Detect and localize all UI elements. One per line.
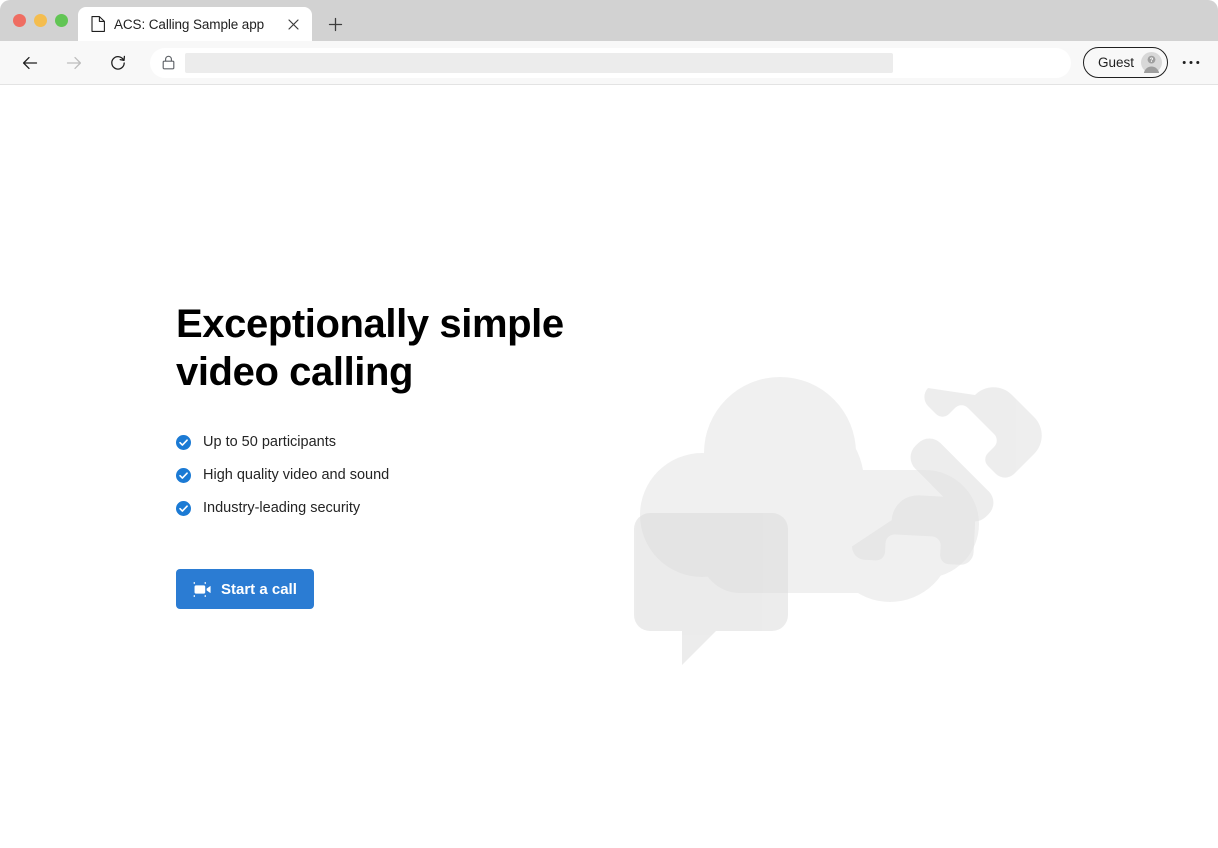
tab-title: ACS: Calling Sample app <box>114 16 265 32</box>
address-bar[interactable] <box>150 47 1071 78</box>
hero-section: Exceptionally simple video calling Up to… <box>176 300 596 609</box>
forward-button[interactable] <box>58 47 90 79</box>
guest-avatar-icon: ? <box>1141 52 1162 73</box>
list-item: High quality video and sound <box>176 465 596 485</box>
back-button[interactable] <box>14 47 46 79</box>
page-icon <box>91 16 105 32</box>
svg-text:?: ? <box>1150 57 1154 64</box>
url-text[interactable] <box>185 52 893 73</box>
browser-menu-button[interactable] <box>1176 48 1206 78</box>
browser-tab[interactable]: ACS: Calling Sample app <box>78 7 312 41</box>
list-item: Industry-leading security <box>176 498 596 518</box>
window-controls <box>13 14 68 27</box>
reload-icon <box>111 55 126 70</box>
close-icon <box>287 18 299 30</box>
check-circle-icon <box>176 467 191 483</box>
browser-window: ACS: Calling Sample app Guest ? Exceptio… <box>0 0 1218 848</box>
list-item: Up to 50 participants <box>176 432 596 452</box>
video-camera-icon <box>193 581 211 597</box>
page-content: Exceptionally simple video calling Up to… <box>0 85 1218 848</box>
browser-toolbar: Guest ? <box>0 41 1218 85</box>
arrow-right-icon <box>66 56 82 69</box>
titlebar: ACS: Calling Sample app <box>0 0 1218 41</box>
close-window-button[interactable] <box>13 14 26 27</box>
cloud-phone-chat-illustration <box>634 377 1042 665</box>
feature-label: Industry-leading security <box>203 500 361 516</box>
profile-button[interactable]: Guest ? <box>1082 47 1168 78</box>
page-title: Exceptionally simple video calling <box>176 302 564 394</box>
check-circle-icon <box>176 434 191 450</box>
feature-label: Up to 50 participants <box>203 434 336 450</box>
ellipsis-icon <box>1182 61 1200 64</box>
start-call-label: Start a call <box>221 580 297 598</box>
reload-button[interactable] <box>102 47 134 79</box>
profile-label: Guest <box>1097 55 1134 70</box>
new-tab-button[interactable] <box>320 9 350 39</box>
check-circle-icon <box>176 500 191 516</box>
lock-icon <box>162 55 175 70</box>
feature-list: Up to 50 participants High quality video… <box>176 432 596 518</box>
maximize-window-button[interactable] <box>55 14 68 27</box>
feature-label: High quality video and sound <box>203 467 390 483</box>
tabstrip: ACS: Calling Sample app <box>78 7 350 41</box>
minimize-window-button[interactable] <box>34 14 47 27</box>
plus-icon <box>328 17 342 31</box>
arrow-left-icon <box>22 56 38 69</box>
start-call-button[interactable]: Start a call <box>176 569 314 609</box>
chat-bubble-shape <box>634 513 788 665</box>
close-tab-button[interactable] <box>284 15 302 33</box>
